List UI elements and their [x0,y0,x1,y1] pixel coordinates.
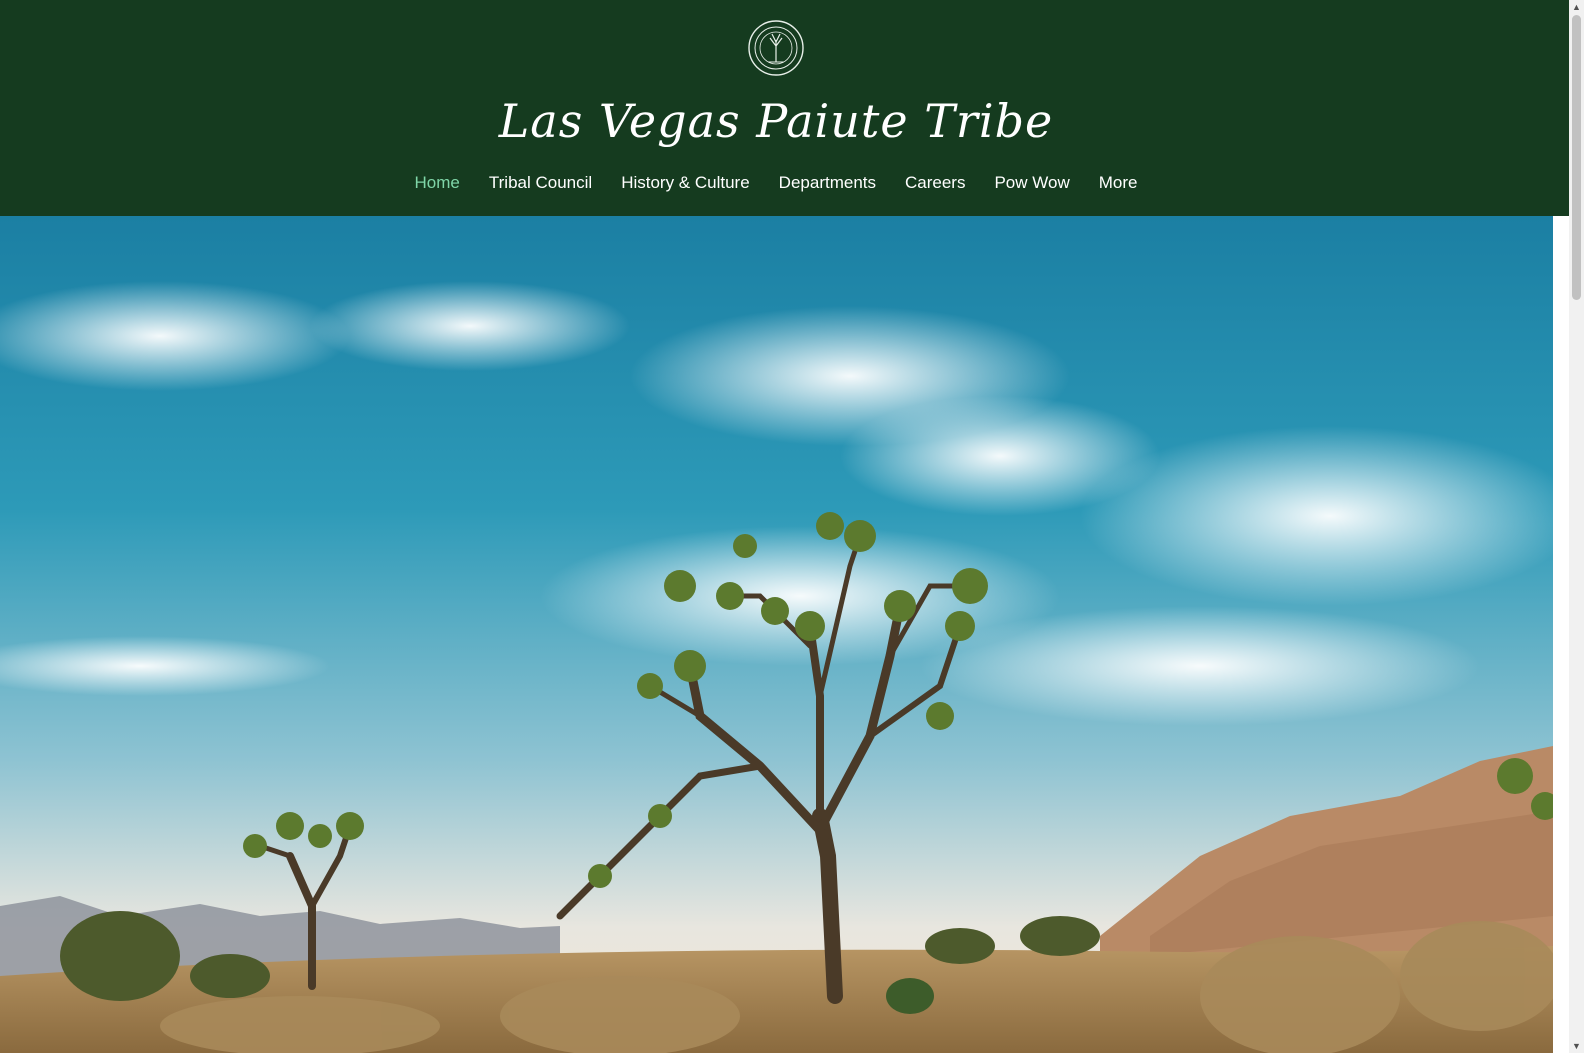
nav-item-home[interactable]: Home [400,172,474,194]
scroll-down-icon[interactable]: ▼ [1569,1039,1584,1053]
tribal-seal-icon[interactable] [744,10,810,90]
nav-item-departments[interactable]: Departments [764,172,890,194]
hero-image [0,216,1553,1053]
scroll-up-icon[interactable]: ▲ [1569,0,1584,14]
nav-item-tribal-council[interactable]: Tribal Council [474,172,606,194]
nav-item-history-culture[interactable]: History & Culture [607,172,764,194]
scroll-thumb[interactable] [1572,15,1581,300]
nav-item-careers[interactable]: Careers [891,172,980,194]
site-title[interactable]: Las Vegas Paiute Tribe [0,94,1552,148]
page-scrollbar[interactable]: ▲ ▼ [1569,0,1584,1053]
site-header: Las Vegas Paiute Tribe Home Tribal Counc… [0,0,1569,216]
main-nav: Home Tribal Council History & Culture De… [0,172,1552,194]
nav-item-more[interactable]: More [1084,172,1152,194]
nav-item-pow-wow[interactable]: Pow Wow [980,172,1084,194]
